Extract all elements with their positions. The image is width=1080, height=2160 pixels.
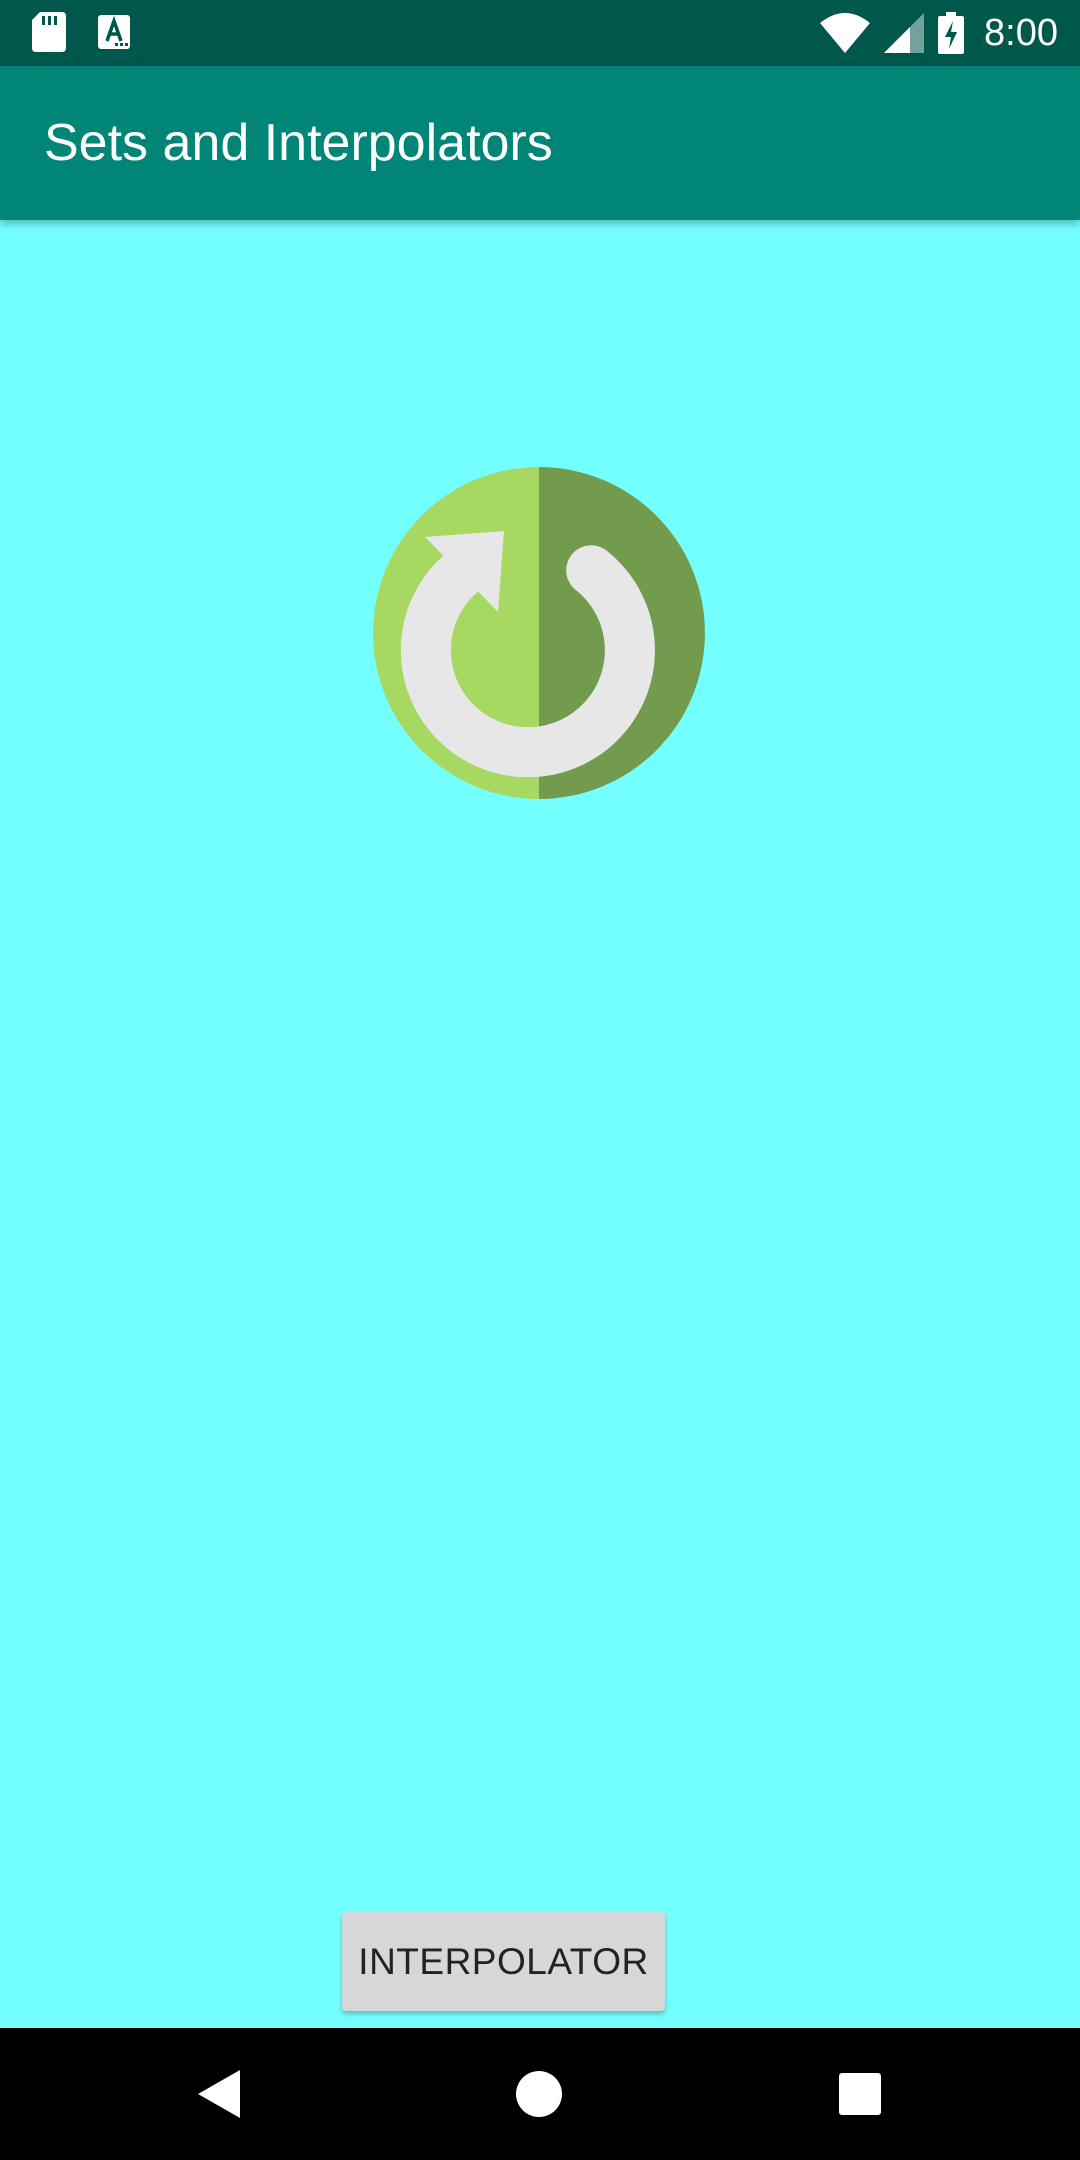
status-notifications — [32, 12, 130, 52]
status-clock: 8:00 — [984, 11, 1058, 54]
interpolator-button[interactable]: INTERPOLATOR — [342, 1912, 665, 2011]
nav-home-button[interactable] — [464, 2028, 614, 2160]
home-icon — [516, 2071, 562, 2117]
text-a-icon — [98, 15, 130, 49]
rotate-refresh-icon — [373, 467, 705, 799]
navigation-bar — [0, 2028, 1080, 2160]
battery-charging-icon — [938, 12, 965, 54]
app-title: Sets and Interpolators — [44, 114, 553, 172]
sd-card-icon — [32, 12, 66, 52]
cell-signal-icon — [884, 13, 925, 53]
nav-recents-button[interactable] — [785, 2028, 935, 2160]
nav-back-button[interactable] — [145, 2028, 295, 2160]
status-bar: 8:00 — [0, 0, 1080, 66]
screen: 8:00 Sets and Interpolators INTERPOLATOR — [0, 0, 1080, 2160]
app-bar: Sets and Interpolators — [0, 66, 1080, 220]
recents-icon — [839, 2073, 881, 2115]
back-icon — [198, 2070, 240, 2118]
status-system-icons: 8:00 — [820, 0, 1058, 66]
wifi-icon — [820, 13, 871, 53]
